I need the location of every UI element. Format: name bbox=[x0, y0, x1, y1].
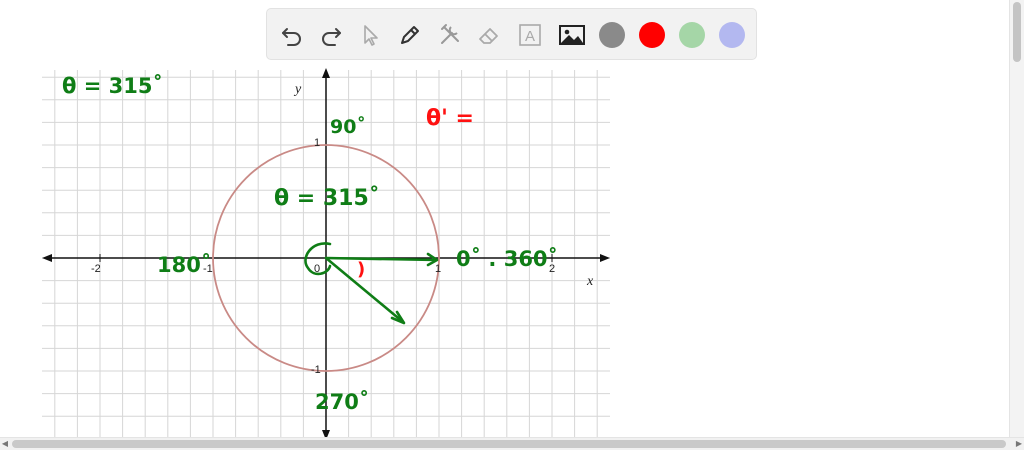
color-green-swatch[interactable] bbox=[679, 22, 705, 48]
y-tick-1: 1 bbox=[314, 137, 321, 149]
x-tick-1: 1 bbox=[435, 263, 442, 275]
horizontal-scrollbar[interactable]: ◀ ▶ bbox=[0, 437, 1024, 450]
eraser-button[interactable] bbox=[472, 18, 506, 52]
theta-note-center: θ = 315˚ bbox=[274, 186, 380, 211]
color-gray-swatch[interactable] bbox=[599, 22, 625, 48]
x-axis-left-arrow bbox=[42, 254, 52, 262]
pen-button[interactable] bbox=[393, 18, 427, 52]
theta-prime-note: θ' = bbox=[426, 106, 474, 131]
pointer-icon bbox=[364, 25, 378, 46]
horizontal-scroll-thumb[interactable] bbox=[12, 440, 1006, 448]
y-tick-neg1: -1 bbox=[311, 364, 321, 376]
tools-icon bbox=[441, 24, 459, 44]
vertical-scrollbar[interactable] bbox=[1009, 0, 1024, 438]
theta-note-top-left: θ = 315˚ bbox=[62, 74, 163, 98]
x-axis-right-arrow bbox=[600, 254, 610, 262]
undo-icon bbox=[282, 28, 301, 46]
image-button[interactable] bbox=[555, 18, 589, 52]
x-axis-label: x bbox=[587, 274, 594, 289]
angle-270-label: 270˚ bbox=[315, 390, 370, 414]
text-icon: A bbox=[519, 24, 541, 46]
reference-angle-mark: ) bbox=[357, 259, 366, 280]
redo-button[interactable] bbox=[314, 18, 348, 52]
eraser-icon bbox=[479, 28, 498, 44]
x-tick-0: 0 bbox=[314, 263, 321, 275]
text-button[interactable]: A bbox=[513, 18, 547, 52]
svg-text:A: A bbox=[525, 28, 535, 45]
image-icon bbox=[559, 25, 585, 45]
whiteboard-canvas[interactable]: -2 -1 0 1 2 1 -1 x y θ = 315˚ 90˚ θ' = θ… bbox=[0, 62, 1010, 438]
select-button[interactable] bbox=[353, 18, 387, 52]
scroll-right-icon[interactable]: ▶ bbox=[1014, 438, 1024, 450]
color-blue-swatch[interactable] bbox=[719, 22, 745, 48]
angle-0-360-label: 0˚ . 360˚ bbox=[456, 247, 559, 271]
redo-icon bbox=[322, 28, 341, 46]
pen-icon bbox=[401, 26, 419, 44]
drawing-toolbar: A bbox=[266, 8, 757, 60]
vertical-scroll-thumb[interactable] bbox=[1013, 2, 1021, 62]
tools-button[interactable] bbox=[433, 18, 467, 52]
y-axis-top-arrow bbox=[322, 68, 330, 78]
x-tick-neg2: -2 bbox=[91, 263, 101, 275]
color-red-swatch[interactable] bbox=[639, 22, 665, 48]
scroll-left-icon[interactable]: ◀ bbox=[0, 438, 10, 450]
y-axis-label: y bbox=[295, 82, 302, 97]
angle-90-label: 90˚ bbox=[330, 116, 366, 138]
angle-180-label: 180˚ bbox=[157, 253, 212, 277]
undo-button[interactable] bbox=[275, 18, 309, 52]
